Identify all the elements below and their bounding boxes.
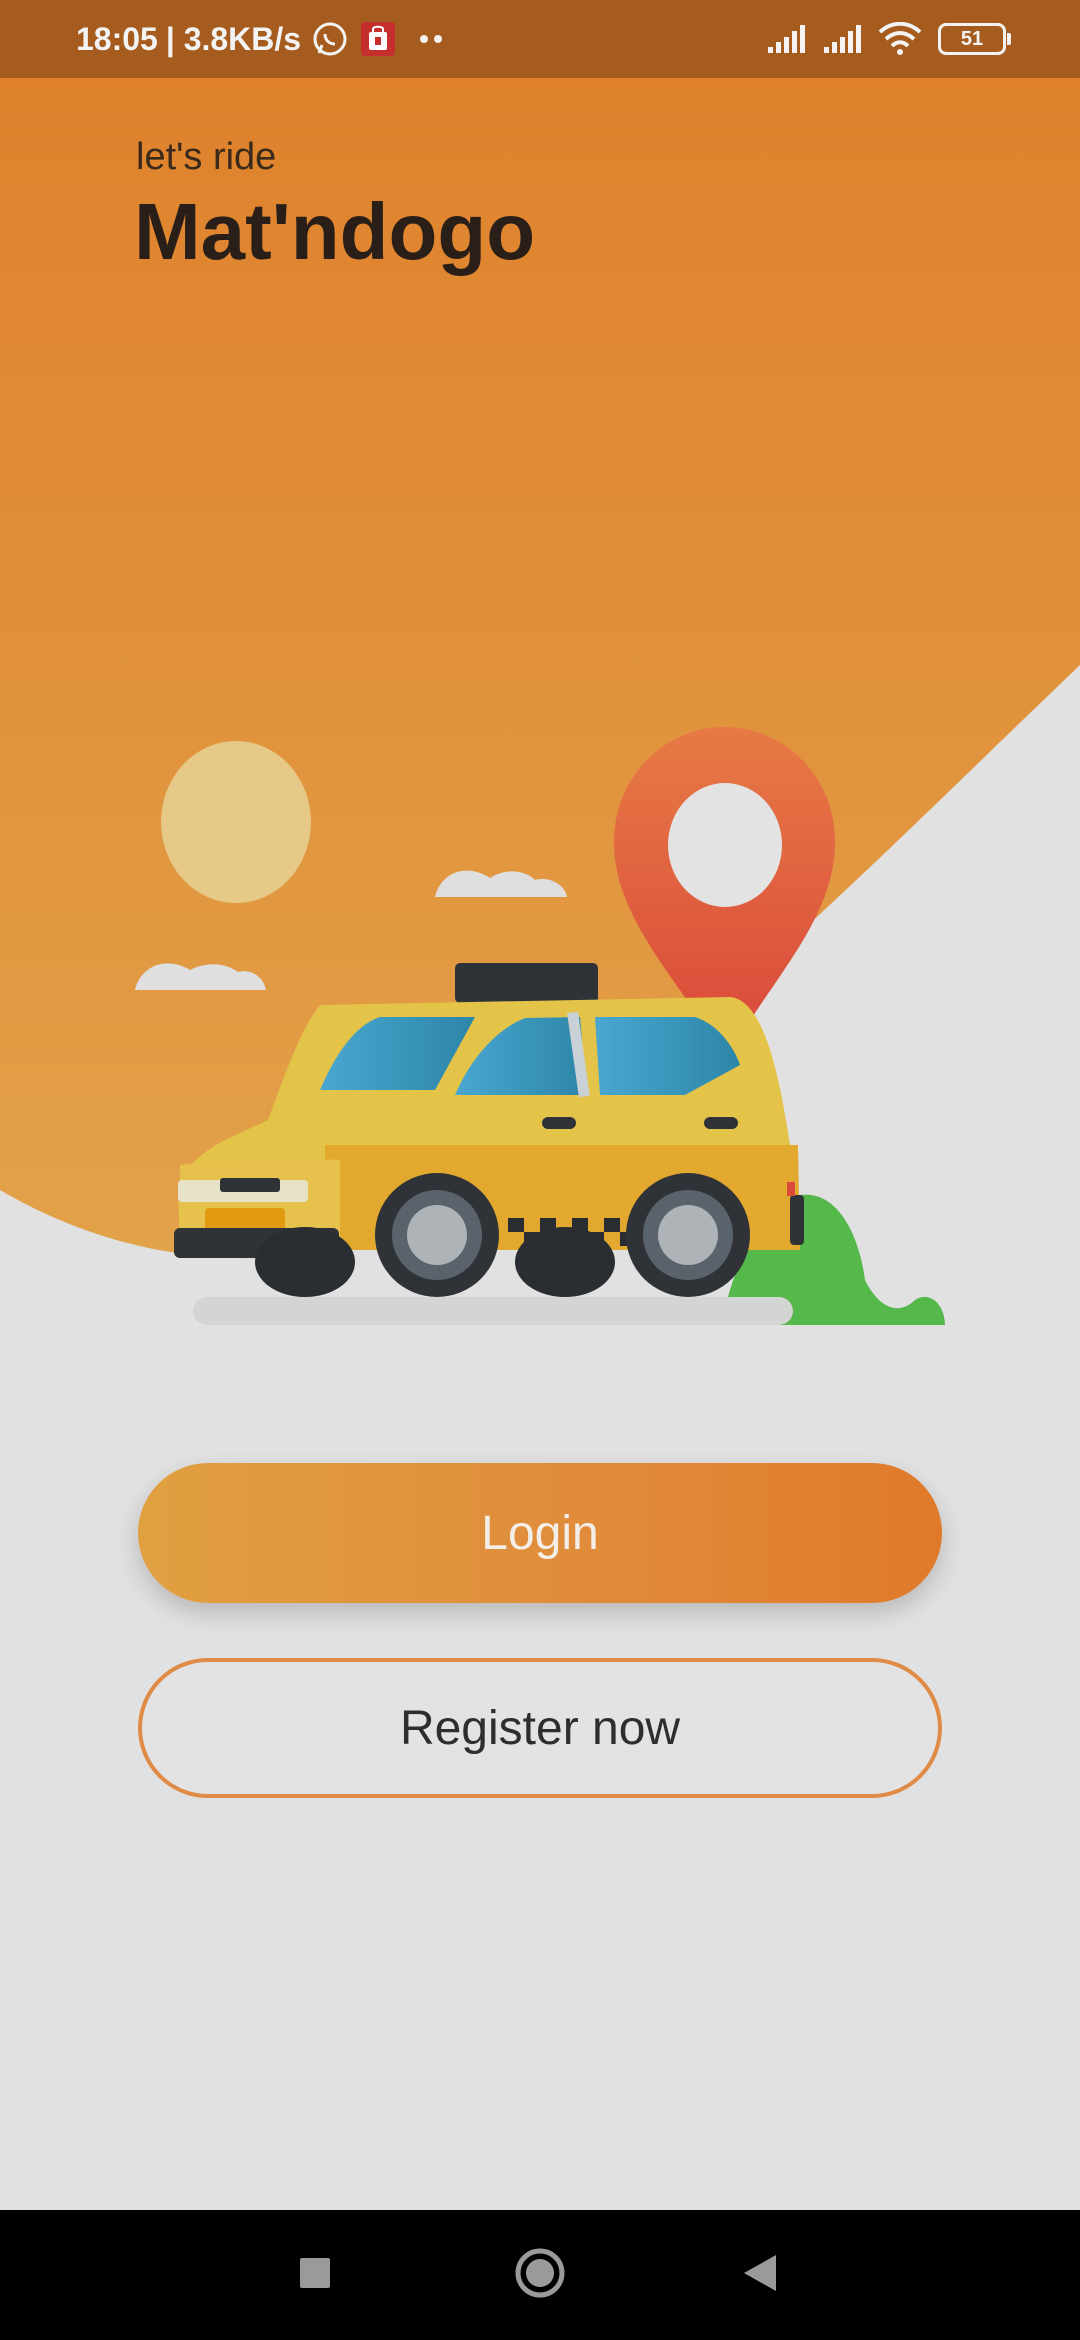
back-button[interactable] [710,2210,810,2340]
navigation-bar [0,2210,1080,2340]
more-dots-icon [419,34,443,44]
whatsapp-icon [311,20,349,58]
battery-level: 51 [960,27,984,50]
status-bar: 18:05 | 3.8KB/s 51 [0,0,1080,78]
home-button[interactable] [490,2210,590,2340]
status-time: 18:05 [76,20,158,57]
login-button[interactable]: Login [138,1463,942,1603]
recents-button[interactable] [265,2210,365,2340]
taxi-car-icon [174,997,804,1297]
cloud-icon [135,963,266,990]
subtitle: let's ride [136,136,277,178]
network-speed: | 3.8KB/s [165,20,302,57]
shopping-bag-icon [359,20,397,58]
battery-icon: 51 [938,23,1011,55]
status-left: 18:05 | 3.8KB/s [76,0,443,78]
wifi-icon [878,22,922,56]
sun-icon [161,741,311,903]
app-title: Mat'ndogo [134,187,536,276]
login-button-label: Login [481,1506,599,1560]
cloud-icon [435,870,567,897]
register-button-label: Register now [399,1701,681,1755]
back-triangle-icon [742,2253,778,2298]
signal-icon [766,23,808,55]
ground-shadow [193,1297,793,1325]
taxi-illustration [135,727,945,1325]
signal-icon [822,23,864,55]
status-right: 51 [752,0,1011,78]
register-button[interactable]: Register now [138,1658,942,1798]
taxi-roof-sign [455,963,598,1003]
home-circle-icon [514,2247,566,2304]
recents-square-icon [298,2256,332,2295]
